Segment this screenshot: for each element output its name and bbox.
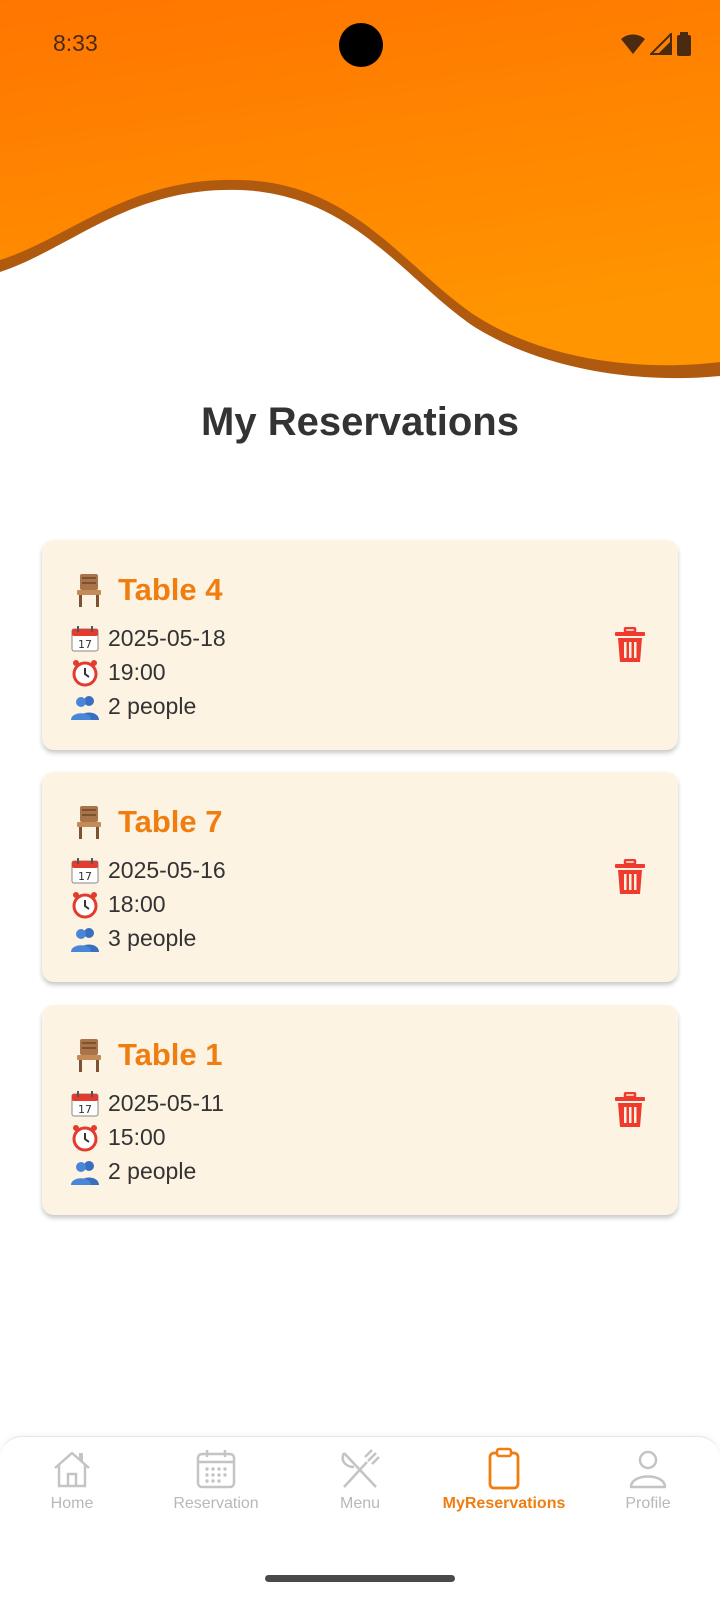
reservation-time: 15:00 (70, 1124, 166, 1151)
page-title: My Reservations (201, 400, 519, 444)
people-text: 3 people (108, 925, 197, 951)
people-icon (70, 1159, 100, 1185)
people-icon (70, 694, 100, 720)
reservation-card: Table 7 17 2025-05-16 18:00 3 people (42, 772, 678, 982)
status-time: 8:33 (53, 30, 98, 56)
trash-icon (615, 859, 645, 894)
nav-profile[interactable]: Profile (576, 1447, 720, 1527)
signal-icon (650, 33, 672, 55)
alarm-clock-icon (70, 1124, 100, 1151)
reservation-date: 17 2025-05-18 (70, 625, 226, 652)
nav-menu[interactable]: Menu (288, 1447, 432, 1527)
wifi-icon (621, 34, 645, 54)
reservation-card: Table 4 17 2025-05-18 19:00 2 people (42, 540, 678, 750)
table-name: Table 4 (118, 572, 223, 607)
date-text: 2025-05-16 (108, 857, 226, 883)
camera-cutout (339, 23, 383, 67)
clipboard-icon (488, 1447, 520, 1490)
delete-reservation-button[interactable] (610, 856, 650, 898)
status-bar: 8:33 (0, 0, 720, 90)
time-text: 15:00 (108, 1124, 166, 1150)
chair-icon (77, 1039, 101, 1072)
nav-label: Menu (339, 1495, 381, 1512)
date-text: 2025-05-18 (108, 625, 226, 651)
trash-icon (615, 1092, 645, 1127)
nav-reservation[interactable]: Reservation (144, 1447, 288, 1527)
status-icons (620, 32, 692, 56)
nav-label: Reservation (173, 1495, 259, 1512)
date-text: 2025-05-11 (108, 1090, 224, 1116)
app-screen: 8:33 My Reservations Table 4 17 2025-05-… (0, 0, 720, 1600)
reservation-time: 19:00 (70, 659, 166, 686)
home-indicator[interactable] (265, 1575, 455, 1582)
nav-my-reservations[interactable]: MyReservations (432, 1447, 576, 1527)
chair-icon (77, 806, 101, 839)
reservation-title: Table 7 (72, 804, 223, 840)
alarm-clock-icon (70, 891, 100, 918)
home-icon (54, 1451, 90, 1488)
person-icon (629, 1450, 667, 1489)
reservation-people: 3 people (70, 925, 196, 952)
time-text: 19:00 (108, 659, 166, 685)
delete-reservation-button[interactable] (610, 624, 650, 666)
table-name: Table 1 (118, 1037, 223, 1072)
reservation-time: 18:00 (70, 891, 166, 918)
fork-knife-icon (341, 1449, 380, 1488)
table-name: Table 7 (118, 804, 223, 839)
nav-label: Profile (625, 1495, 671, 1512)
nav-home[interactable]: Home (0, 1447, 144, 1527)
reservation-title: Table 1 (72, 1037, 223, 1073)
reservation-date: 17 2025-05-16 (70, 857, 226, 884)
time-text: 18:00 (108, 891, 166, 917)
trash-icon (615, 627, 645, 662)
reservation-people: 2 people (70, 1158, 196, 1185)
calendar-icon (196, 1450, 236, 1489)
calendar-icon: 17 (70, 1090, 100, 1117)
reservation-date: 17 2025-05-11 (70, 1090, 224, 1117)
svg-text:17: 17 (78, 870, 92, 883)
svg-text:17: 17 (78, 1103, 92, 1116)
chair-icon (77, 574, 101, 607)
nav-label: MyReservations (442, 1495, 566, 1512)
alarm-clock-icon (70, 659, 100, 686)
delete-reservation-button[interactable] (610, 1089, 650, 1131)
battery-icon (677, 32, 691, 56)
people-text: 2 people (108, 1158, 197, 1184)
reservation-card: Table 1 17 2025-05-11 15:00 2 people (42, 1005, 678, 1215)
calendar-icon: 17 (70, 857, 100, 884)
reservation-people: 2 people (70, 693, 196, 720)
nav-label: Home (50, 1495, 94, 1512)
calendar-icon: 17 (70, 625, 100, 652)
people-text: 2 people (108, 693, 197, 719)
people-icon (70, 926, 100, 952)
reservation-title: Table 4 (72, 572, 223, 608)
svg-text:17: 17 (78, 638, 92, 651)
